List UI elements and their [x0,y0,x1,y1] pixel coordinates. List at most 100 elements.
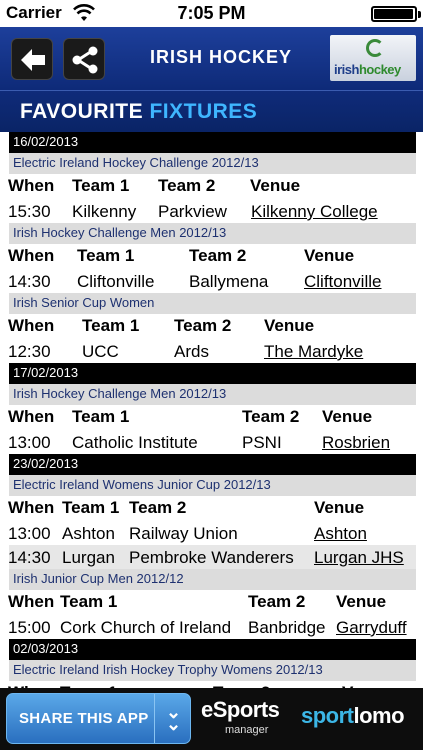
double-chevron-down-icon: ⌄ ⌄ [166,702,182,734]
fixture-row[interactable]: 12:30 UCC Ards The Mardyke [0,339,423,363]
column-header-row: WhenTeam 1Team 2Venue [0,314,423,339]
battery-icon [371,6,421,22]
col-header-venue: Venue [250,176,301,195]
competition-header: Electric Ireland Womens Junior Cup 2012/… [9,475,416,496]
sportlomo-logo-lomo: lomo [353,703,405,728]
col-header-team1: Team 1 [77,246,135,265]
fixture-row[interactable]: 14:30 Lurgan Pembroke Wanderers Lurgan JHS [8,545,416,569]
fixture-team2: Ards [174,342,209,361]
col-header-team2: Team 2 [174,316,232,335]
date-header: 02/03/2013 [9,639,416,660]
fixture-row[interactable]: 13:00 Catholic Institute PSNI Rosbrien [0,430,423,454]
col-header-team1: Team 1 [62,498,120,517]
col-header-when: When [8,316,55,335]
fixture-team1: Kilkenny [72,202,137,221]
share-this-app-button[interactable]: SHARE THIS APP ⌄ ⌄ [6,693,191,744]
date-header: 16/02/2013 [9,132,416,153]
fixture-team1: UCC [82,342,119,361]
fixture-venue-link[interactable]: The Mardyke [264,342,363,362]
share-icon [72,46,98,74]
col-header-team2: Team 2 [158,176,216,195]
competition-header: Irish Senior Cup Women [9,293,416,314]
share-button[interactable] [63,38,105,80]
back-arrow-icon [21,49,45,71]
fixture-team1: Cork Church of Ireland [60,618,232,637]
esports-logo-subtext: manager [225,724,269,736]
col-header-when: When [8,498,55,517]
col-header-team2: Team 2 [248,592,306,611]
fixture-team2: Banbridge [248,618,326,637]
fixture-team2: PSNI [242,433,282,452]
col-header-team1: Team 1 [72,176,130,195]
sportlomo-logo[interactable]: sportlomo [301,703,405,729]
fixture-team2: Railway Union [129,524,238,543]
competition-header: Electric Ireland Irish Hockey Trophy Wom… [9,660,416,681]
irish-hockey-logo: irishhockey [330,35,416,81]
logo-text: irishhockey [334,62,401,77]
section-title: FAVOURITE FIXTURES [20,100,257,124]
fixture-row[interactable]: 15:30 Kilkenny Parkview Kilkenny College [0,199,423,223]
fixture-time: 15:30 [8,202,51,221]
share-expand-button[interactable]: ⌄ ⌄ [154,694,190,743]
fixture-team1: Lurgan [62,548,115,567]
fixture-team1: Ashton [62,524,115,543]
column-header-row: When Team 1 Team 2 Venue [0,174,423,199]
fixtures-list[interactable]: 16/02/2013 Electric Ireland Hockey Challe… [0,132,423,688]
app-header: IRISH HOCKEY irishhockey [0,27,423,90]
fixture-team2: Ballymena [189,272,269,291]
esports-logo-text: eSports [201,697,280,722]
column-header-row: WhenTeam 1Team 2Venue [0,590,423,615]
logo-text-hockey: hockey [358,62,401,77]
header-title: IRISH HOCKEY [150,47,293,67]
column-header-row: WhenTeam 1Team 2Venue [0,681,423,688]
hockey-ball-icon [366,39,384,57]
fixture-venue-link[interactable]: Lurgan JHS [314,548,404,568]
fixture-time: 14:30 [8,548,51,567]
column-header-row: WhenTeam 1Team 2Venue [0,405,423,430]
fixture-time: 13:00 [8,433,51,452]
col-header-venue: Venue [314,498,365,517]
col-header-venue: Venue [264,316,315,335]
logo-text-irish: irish [334,62,359,77]
col-header-team1: Team 1 [72,407,130,426]
competition-header: Irish Hockey Challenge Men 2012/13 [9,384,416,405]
fixture-venue-link[interactable]: Garryduff [336,618,407,638]
fixture-time: 14:30 [8,272,51,291]
status-bar: Carrier 7:05 PM [0,0,423,27]
fixture-venue-link[interactable]: Kilkenny College [251,202,378,222]
fixture-venue-link[interactable]: Ashton [314,524,367,544]
fixture-time: 15:00 [8,618,51,637]
share-this-app-label: SHARE THIS APP [19,710,149,727]
fixture-time: 12:30 [8,342,51,361]
section-title-bar: FAVOURITE FIXTURES [0,90,423,132]
sportlomo-logo-sport: sport [301,703,354,728]
bottom-bar: SHARE THIS APP ⌄ ⌄ eSports manager sportl… [0,688,423,750]
col-header-venue: Venue [304,246,355,265]
fixture-team2: Pembroke Wanderers [129,548,294,567]
col-header-when: When [8,407,55,426]
fixture-row[interactable]: 15:00 Cork Church of Ireland Banbridge Garr… [0,615,423,639]
col-header-when: When [8,246,55,265]
fixture-venue-link[interactable]: Cliftonville [304,272,381,292]
fixture-row[interactable]: 14:30 Cliftonville Ballymena Cliftonville [0,269,423,293]
fixture-team1: Cliftonville [77,272,155,291]
fixture-team1: Catholic Institute [72,433,198,452]
section-title-favourite: FAVOURITE [20,100,144,123]
column-header-row: When Team 1 Team 2 Venue [0,496,423,521]
clock: 7:05 PM [177,3,246,23]
fixture-time: 13:00 [8,524,51,543]
col-header-when: When [8,176,55,195]
fixture-team2: Parkview [158,202,227,221]
competition-header: Electric Ireland Hockey Challenge 2012/1… [9,153,416,174]
col-header-team1: Team 1 [60,592,118,611]
col-header-team2: Team 2 [242,407,300,426]
column-header-row: WhenTeam 1Team 2Venue [0,244,423,269]
col-header-team2: Team 2 [129,498,187,517]
back-button[interactable] [11,38,53,80]
competition-header: Irish Hockey Challenge Men 2012/13 [9,223,416,244]
esports-manager-logo[interactable]: eSports manager [201,697,293,739]
col-header-when: When [8,592,55,611]
date-header: 17/02/2013 [9,363,416,384]
fixture-row[interactable]: 13:00 Ashton Railway Union Ashton [0,521,423,545]
fixture-venue-link[interactable]: Rosbrien [322,433,390,453]
